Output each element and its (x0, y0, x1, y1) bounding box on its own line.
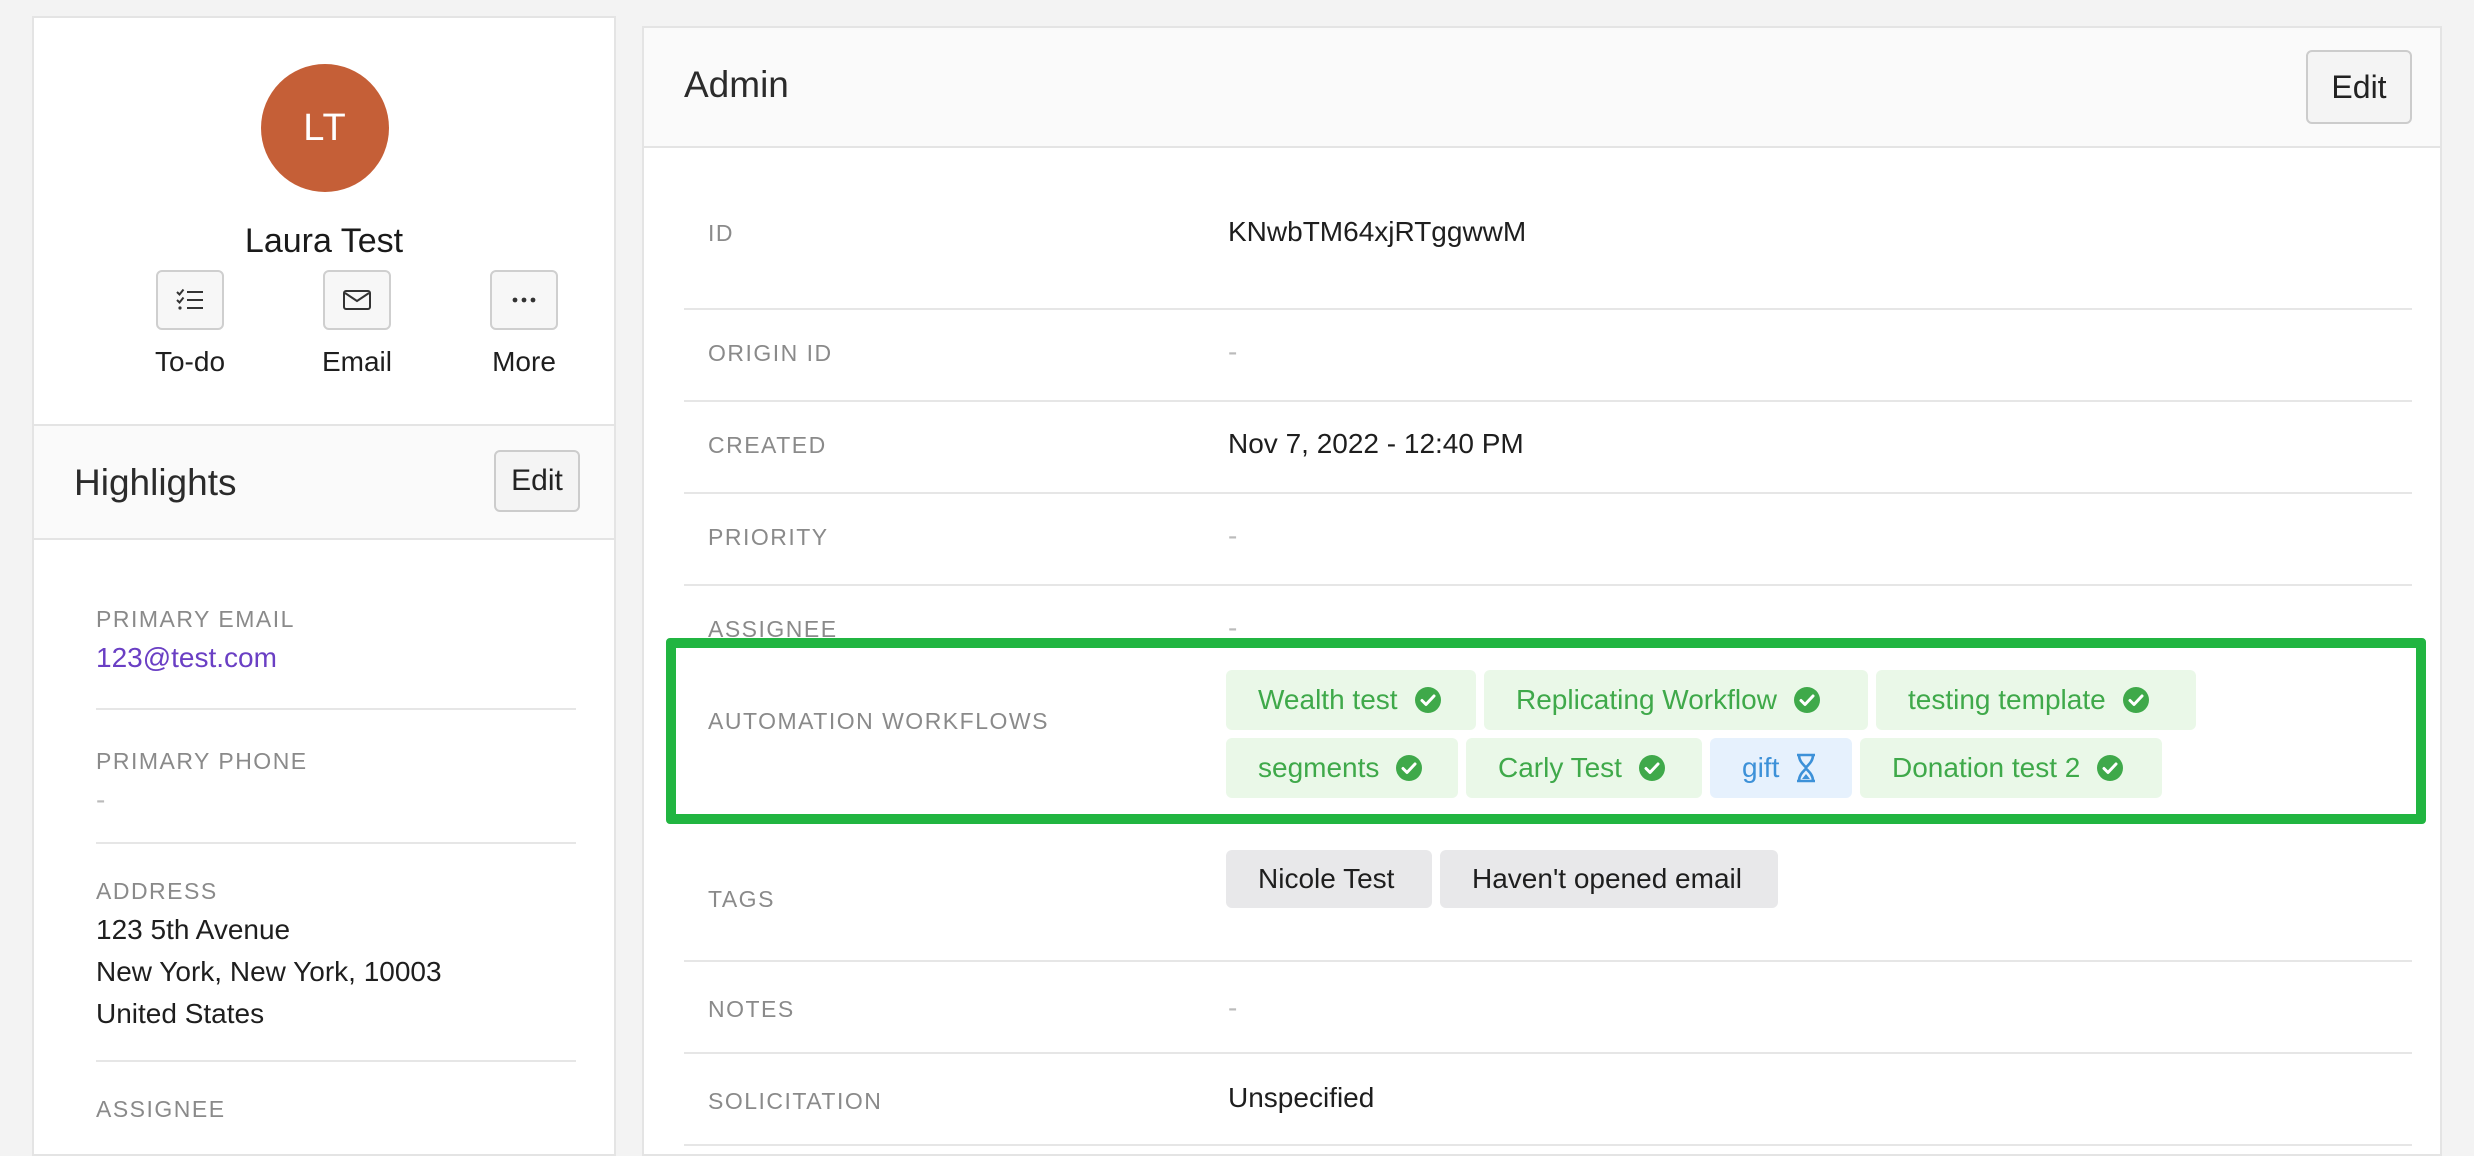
checklist-icon (176, 288, 203, 310)
email-button[interactable] (323, 270, 391, 330)
primary-phone-value: - (96, 784, 106, 815)
todo-button[interactable] (156, 270, 224, 330)
notes-value: - (1228, 992, 1238, 1023)
todo-action[interactable]: To-do (120, 270, 260, 378)
profile-card: LT Laura Test To-do Email More (34, 18, 614, 426)
more-action[interactable]: More (454, 270, 594, 378)
highlights-header: Highlights Edit (34, 426, 614, 540)
field-label: ASSIGNEE (708, 616, 838, 642)
check-circle-icon (2122, 686, 2150, 714)
check-circle-icon (1638, 754, 1666, 782)
field-label: AUTOMATION WORKFLOWS (708, 708, 1049, 734)
workflow-name: Wealth test (1258, 684, 1398, 715)
workflow-chip[interactable]: testing template (1876, 670, 2196, 730)
highlight-label: PRIMARY PHONE (96, 748, 308, 774)
workflow-chip[interactable]: Donation test 2 (1860, 738, 2162, 798)
contact-name: Laura Test (244, 222, 404, 260)
field-label: PRIORITY (708, 524, 829, 550)
highlight-primary-email: PRIMARY EMAIL 123@test.com (96, 606, 576, 710)
admin-panel: Admin Edit ID KNwbTM64xjRTggwwM ORIGIN I… (642, 26, 2442, 1156)
priority-value: - (1228, 520, 1238, 551)
primary-email-link[interactable]: 123@test.com (96, 637, 576, 679)
workflow-chip[interactable]: segments (1226, 738, 1458, 798)
highlight-address: ADDRESS 123 5th Avenue New York, New Yor… (96, 844, 576, 1062)
workflow-name: Donation test 2 (1892, 752, 2081, 783)
highlight-assignee: ASSIGNEE (96, 1062, 576, 1142)
check-circle-icon (1793, 686, 1821, 714)
address-line-2: New York, New York, 10003 (96, 956, 442, 987)
field-priority: PRIORITY - (684, 494, 2412, 586)
check-circle-icon (1414, 686, 1442, 714)
field-assignee: ASSIGNEE - (684, 586, 2412, 678)
admin-header: Admin Edit (644, 28, 2440, 148)
workflow-chip[interactable]: Carly Test (1466, 738, 1702, 798)
highlight-label: ADDRESS (96, 878, 218, 904)
avatar: LT (261, 64, 389, 192)
highlight-label: ASSIGNEE (96, 1096, 226, 1122)
solicitation-value: Unspecified (1228, 1082, 1375, 1113)
more-button[interactable] (490, 270, 558, 330)
check-circle-icon (1395, 754, 1423, 782)
address-line-1: 123 5th Avenue (96, 914, 291, 945)
highlights-title: Highlights (74, 462, 237, 503)
workflow-name: Replicating Workflow (1516, 684, 1777, 715)
field-solicitation: SOLICITATION Unspecified (684, 1054, 2412, 1146)
tag-chip[interactable]: Haven't opened email (1440, 850, 1778, 908)
workflow-chip[interactable]: Replicating Workflow (1484, 670, 1868, 730)
highlights-edit-button[interactable]: Edit (494, 450, 580, 512)
workflow-chip[interactable]: gift (1710, 738, 1852, 798)
workflow-chip[interactable]: Wealth test (1226, 670, 1476, 730)
email-label: Email (321, 346, 392, 377)
admin-title: Admin (684, 64, 789, 105)
workflow-name: segments (1258, 752, 1380, 783)
field-notes: NOTES - (684, 962, 2412, 1054)
field-label: CREATED (708, 432, 827, 458)
highlight-label: PRIMARY EMAIL (96, 606, 295, 632)
tag-chip[interactable]: Nicole Test (1226, 850, 1432, 908)
highlight-primary-phone: PRIMARY PHONE - (96, 710, 576, 844)
email-action[interactable]: Email (287, 270, 427, 378)
ellipsis-icon (512, 297, 536, 303)
field-label: NOTES (708, 996, 795, 1022)
todo-label: To-do (154, 346, 226, 377)
workflow-name: Carly Test (1498, 752, 1622, 783)
field-id: ID KNwbTM64xjRTggwwM (684, 216, 2412, 310)
workflow-name: testing template (1908, 684, 2106, 715)
admin-edit-button[interactable]: Edit (2306, 50, 2412, 124)
field-label: ORIGIN ID (708, 340, 833, 366)
check-circle-icon (2096, 754, 2124, 782)
workflow-name: gift (1742, 752, 1780, 783)
field-created: CREATED Nov 7, 2022 - 12:40 PM (684, 402, 2412, 494)
field-origin-id: ORIGIN ID - (684, 310, 2412, 402)
field-label: SOLICITATION (708, 1088, 883, 1114)
assignee-value: - (1228, 612, 1238, 643)
id-value: KNwbTM64xjRTggwwM (1228, 216, 1527, 247)
more-label: More (492, 346, 556, 377)
envelope-icon (343, 290, 371, 310)
hourglass-icon (1795, 753, 1817, 783)
quick-actions: To-do Email More (34, 270, 614, 390)
origin-id-value: - (1228, 336, 1238, 367)
highlights-list: PRIMARY EMAIL 123@test.com PRIMARY PHONE… (96, 606, 576, 1142)
field-label: TAGS (708, 886, 775, 912)
workflow-chips: Wealth test Replicating Workflow testing… (1226, 670, 2426, 800)
field-label: ID (708, 220, 734, 246)
created-value: Nov 7, 2022 - 12:40 PM (1228, 428, 1524, 459)
address-line-3: United States (96, 998, 265, 1029)
